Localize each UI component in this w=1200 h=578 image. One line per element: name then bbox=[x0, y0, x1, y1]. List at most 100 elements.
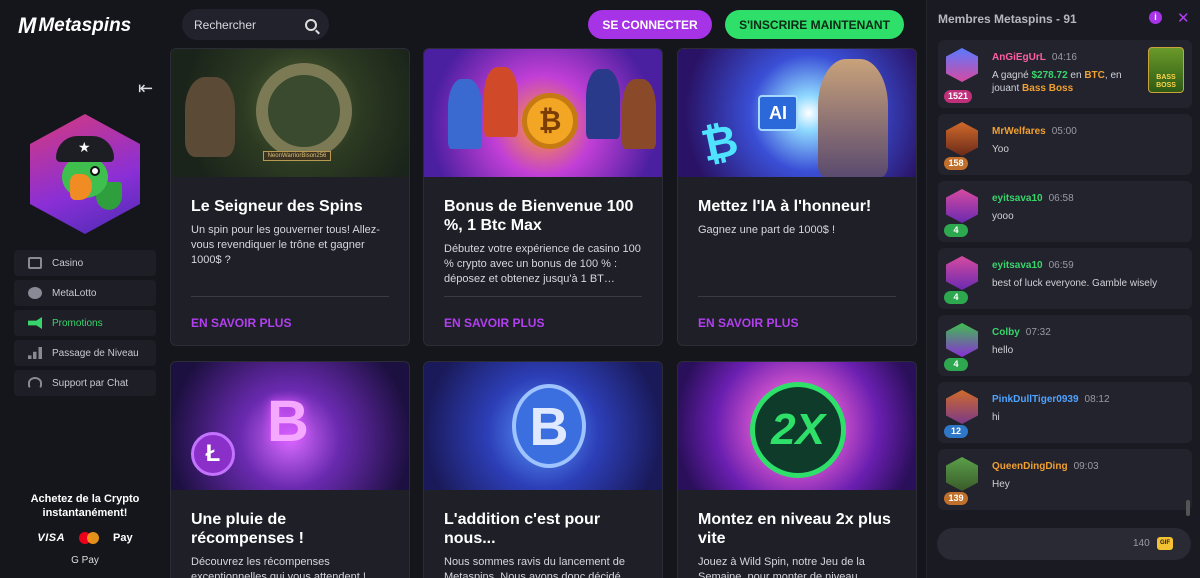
buy-crypto-promo[interactable]: Achetez de la Crypto instantanément! bbox=[0, 492, 170, 520]
game-thumbnail[interactable]: BASS BOSS bbox=[1148, 47, 1184, 93]
sidebar-item-casino[interactable]: Casino bbox=[14, 250, 156, 276]
chat-username[interactable]: Colby bbox=[992, 327, 1020, 338]
chat-panel: Membres Metaspins - 91 i ✕ 1521 AnGiEgUr… bbox=[926, 0, 1200, 578]
level-badge: 12 bbox=[944, 425, 968, 438]
sidebar-item-metalotto[interactable]: MetaLotto bbox=[14, 280, 156, 306]
sidebar-item-promotions[interactable]: Promotions bbox=[14, 310, 156, 336]
divider bbox=[444, 296, 642, 297]
promo-description: Découvrez les récompenses exceptionnelle… bbox=[191, 556, 366, 578]
chat-text: hello bbox=[992, 345, 1014, 356]
avatar[interactable] bbox=[946, 457, 978, 491]
promo-card[interactable]: ₿ Bonus de Bienvenue 100 %, 1 Btc Max Dé… bbox=[423, 48, 663, 346]
game-link[interactable]: Bass Boss bbox=[1022, 83, 1073, 94]
chat-timestamp: 09:03 bbox=[1073, 461, 1099, 472]
headset-icon bbox=[28, 377, 42, 389]
search-bar[interactable] bbox=[182, 9, 329, 40]
chat-text: Hey bbox=[992, 479, 1010, 490]
chat-text: Yoo bbox=[992, 144, 1009, 155]
avatar[interactable] bbox=[946, 189, 978, 223]
promo-title: Mettez l'IA à l'honneur! bbox=[698, 198, 872, 215]
lotto-icon bbox=[28, 287, 42, 299]
promo-description: Nous sommes ravis du lancement de Metasp… bbox=[444, 556, 625, 578]
sidebar-item-label: MetaLotto bbox=[52, 287, 97, 299]
divider bbox=[191, 296, 389, 297]
promo-description: Jouez à Wild Spin, notre Jeu de la Semai… bbox=[698, 556, 865, 578]
promo-title: L'addition c'est pour nous... bbox=[444, 511, 601, 547]
chat-username[interactable]: MrWelfares bbox=[992, 126, 1046, 137]
stone-portal-icon bbox=[256, 63, 352, 159]
casino-icon bbox=[28, 257, 42, 269]
promo-card[interactable]: 2X Montez en niveau 2x plus vite Jouez à… bbox=[677, 361, 917, 578]
learn-more-link[interactable]: EN SAVOIR PLUS bbox=[444, 316, 544, 330]
level-badge: 158 bbox=[944, 157, 968, 170]
learn-more-link[interactable]: EN SAVOIR PLUS bbox=[698, 316, 798, 330]
chat-text: best of luck everyone. Gamble wisely bbox=[992, 278, 1158, 289]
search-input[interactable] bbox=[194, 17, 305, 32]
level-badge: 4 bbox=[944, 291, 968, 304]
avatar[interactable] bbox=[946, 122, 978, 156]
payment-methods: VISA Pay bbox=[0, 532, 170, 544]
bitcoin-icon: B bbox=[267, 389, 309, 454]
promo-title: Bonus de Bienvenue 100 %, 1 Btc Max bbox=[444, 198, 634, 234]
avatar[interactable] bbox=[946, 390, 978, 424]
chat-username[interactable]: AnGiEgUrL bbox=[992, 52, 1046, 63]
avatar[interactable] bbox=[946, 48, 978, 82]
chat-message: 1521 AnGiEgUrL 04:16 A gagné $278.72 en B… bbox=[938, 40, 1192, 108]
sidebar-item-support[interactable]: Support par Chat bbox=[14, 370, 156, 396]
chat-username[interactable]: eyitsava10 bbox=[992, 260, 1043, 271]
sidebar-item-label: Support par Chat bbox=[52, 377, 129, 389]
bitcoin-coin-icon: ₿ bbox=[522, 93, 578, 149]
win-amount: $278.72 bbox=[1031, 70, 1068, 81]
chat-messages: 1521 AnGiEgUrL 04:16 A gagné $278.72 en B… bbox=[938, 40, 1192, 516]
promo-description: Débutez votre expérience de casino 100 %… bbox=[444, 243, 641, 285]
gif-button[interactable]: GIF bbox=[1157, 537, 1173, 550]
buy-crypto-line2: instantanément! bbox=[42, 507, 128, 519]
avatar[interactable] bbox=[946, 256, 978, 290]
close-icon[interactable]: ✕ bbox=[1177, 9, 1190, 27]
level-badge: 1521 bbox=[944, 90, 973, 103]
promo-image: 2X bbox=[678, 362, 916, 490]
chat-input-box[interactable]: 140 GIF bbox=[937, 528, 1191, 560]
character-count: 140 bbox=[1133, 538, 1150, 549]
promo-image: ₿ AI bbox=[678, 49, 916, 177]
character-icon bbox=[586, 69, 620, 139]
chat-message: 4 eyitsava10 06:59 best of luck everyone.… bbox=[938, 248, 1192, 309]
chat-text: yooo bbox=[992, 211, 1014, 222]
logo-mark-icon: M bbox=[18, 13, 36, 38]
collapse-sidebar-icon[interactable]: ⇤ bbox=[138, 79, 158, 97]
chat-scrollbar[interactable] bbox=[1186, 500, 1190, 516]
multiplier-badge-icon: 2X bbox=[750, 382, 846, 478]
sidebar-nav: Casino MetaLotto Promotions Passage de N… bbox=[14, 250, 156, 400]
avatar[interactable] bbox=[946, 323, 978, 357]
chat-username[interactable]: QueenDingDing bbox=[992, 461, 1068, 472]
promo-card[interactable]: Ł B Une pluie de récompenses ! Découvrez… bbox=[170, 361, 410, 578]
signup-button[interactable]: S'INSCRIRE MAINTENANT bbox=[725, 10, 904, 39]
promo-card[interactable]: ₿ AI Mettez l'IA à l'honneur! Gagnez une… bbox=[677, 48, 917, 346]
logo-text: Metaspins bbox=[38, 15, 132, 36]
sidebar-item-label: Casino bbox=[52, 257, 84, 269]
promo-card[interactable]: NeonWarriorBison256 Le Seigneur des Spin… bbox=[170, 48, 410, 346]
name-plate: NeonWarriorBison256 bbox=[263, 151, 331, 161]
sidebar-item-level-pass[interactable]: Passage de Niveau bbox=[14, 340, 156, 366]
learn-more-link[interactable]: EN SAVOIR PLUS bbox=[191, 316, 291, 330]
chat-message: 4 eyitsava10 06:58 yooo bbox=[938, 181, 1192, 242]
sidebar-item-label: Passage de Niveau bbox=[52, 347, 139, 359]
info-icon[interactable]: i bbox=[1149, 11, 1162, 24]
divider bbox=[698, 296, 896, 297]
chat-username[interactable]: PinkDullTiger0939 bbox=[992, 394, 1079, 405]
sidebar: M Metaspins ⇤ ★ Casino MetaLotto Promoti… bbox=[0, 0, 170, 578]
cyborg-icon bbox=[818, 59, 888, 177]
promo-description: Un spin pour les gouverner tous! Allez-v… bbox=[191, 224, 380, 266]
search-icon[interactable] bbox=[305, 18, 317, 31]
promo-title: Une pluie de récompenses ! bbox=[191, 511, 304, 547]
character-icon bbox=[622, 79, 656, 149]
win-coin: BTC bbox=[1084, 70, 1105, 81]
chat-username[interactable]: eyitsava10 bbox=[992, 193, 1043, 204]
logo[interactable]: M Metaspins bbox=[18, 13, 131, 39]
promo-description: Gagnez une part de 1000$ ! bbox=[698, 224, 835, 236]
google-pay-icon: G Pay bbox=[71, 555, 99, 566]
level-badge: 139 bbox=[944, 492, 968, 505]
chat-input[interactable] bbox=[949, 536, 1119, 548]
login-button[interactable]: SE CONNECTER bbox=[588, 10, 712, 39]
promo-card[interactable]: B L'addition c'est pour nous... Nous som… bbox=[423, 361, 663, 578]
